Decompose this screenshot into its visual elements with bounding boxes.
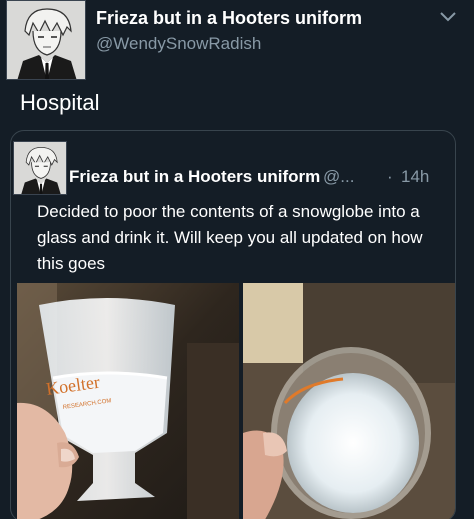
quoted-tweet-text: Decided to poor the contents of a snowgl… [37, 202, 423, 273]
dot-separator: · [387, 167, 393, 186]
author-handle[interactable]: @WendySnowRadish [96, 34, 261, 54]
chevron-down-icon[interactable] [438, 10, 458, 24]
tweet-text: Hospital [20, 90, 100, 115]
quoted-tweet[interactable]: Frieza but in a Hooters uniform @... · 1… [10, 130, 456, 519]
tweet: Frieza but in a Hooters uniform @WendySn… [0, 0, 474, 519]
quoted-timestamp: 14h [401, 167, 430, 186]
photo-glass-top[interactable] [243, 283, 455, 519]
author-avatar[interactable] [6, 0, 86, 80]
quoted-author-name: Frieza but in a Hooters uniform [69, 167, 321, 186]
quoted-author-handle: @... [323, 167, 355, 186]
author-name[interactable]: Frieza but in a Hooters uniform [96, 8, 362, 29]
photo-glass-side[interactable]: Koelter RESEARCH.COM [17, 283, 239, 519]
quoted-author-avatar [13, 141, 67, 195]
